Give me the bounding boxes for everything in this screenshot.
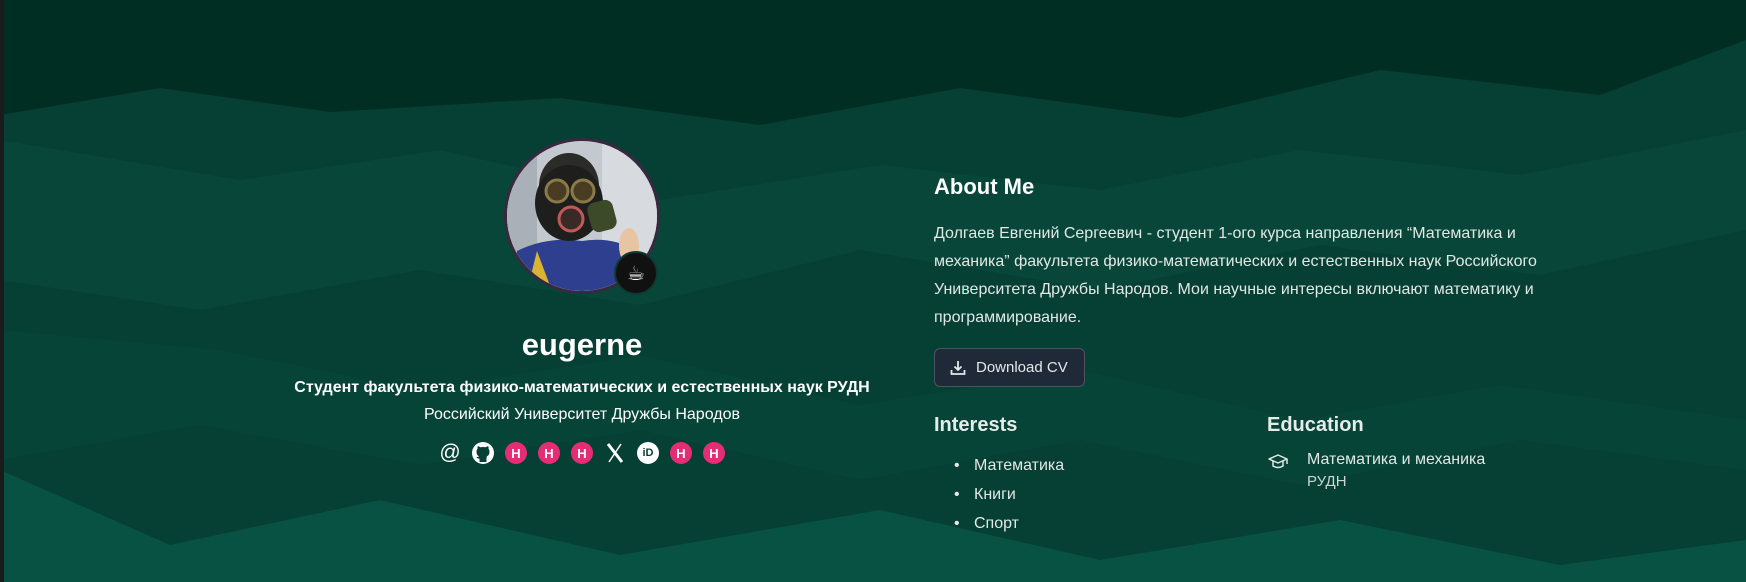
x-twitter-link[interactable] (603, 441, 627, 465)
hal-icon: H (538, 442, 560, 465)
about-text: Долгаев Евгений Сергеевич - студент 1-ог… (934, 225, 1537, 326)
status-badge: ☕ (614, 251, 658, 295)
github-icon (472, 442, 494, 465)
hal-icon: H (703, 442, 725, 465)
profile-organization: Российский Университет Дружбы Народов (424, 406, 740, 424)
hal-icon: H (505, 442, 527, 465)
about-section: About Me Долгаев Евгений Сергеевич - сту… (934, 174, 1594, 538)
education-institution: РУДН (1307, 473, 1347, 490)
profile-role: Студент факультета физико-математических… (294, 379, 870, 397)
orcid-icon: iD (637, 442, 659, 465)
email-link[interactable]: @ (438, 441, 462, 465)
page-content: ☕ eugerne Студент факультета физико-мате… (0, 0, 1746, 582)
interest-item: Книги (954, 480, 1267, 509)
profile-card: ☕ eugerne Студент факультета физико-мате… (250, 138, 914, 465)
education-section: Education Математика и механика РУДН (1267, 414, 1587, 538)
avatar-wrap: ☕ (504, 138, 660, 295)
interests-section: Interests Математика Книги Спорт (934, 414, 1267, 538)
hal-link-1[interactable]: H (504, 441, 528, 465)
hal-link-2[interactable]: H (537, 441, 561, 465)
graduation-cap-icon (1268, 454, 1288, 469)
download-cv-button[interactable]: Download CV (934, 348, 1085, 387)
education-title: Education (1267, 414, 1364, 436)
hal-link-4[interactable]: H (669, 441, 693, 465)
interests-title: Interests (934, 414, 1018, 436)
hal-link-3[interactable]: H (570, 441, 594, 465)
education-item: Математика и механика РУДН (1267, 451, 1587, 490)
hal-icon: H (571, 442, 593, 465)
at-icon: @ (439, 441, 461, 465)
coffee-icon: ☕ (627, 262, 645, 285)
hal-icon: H (670, 442, 692, 465)
github-link[interactable] (471, 441, 495, 465)
interests-education: Interests Математика Книги Спорт Educati… (934, 414, 1594, 538)
download-icon (950, 360, 966, 375)
x-twitter-icon (606, 443, 624, 464)
download-cv-label: Download CV (976, 359, 1068, 376)
profile-name: eugerne (521, 327, 643, 362)
education-details: Математика и механика РУДН (1307, 451, 1485, 490)
social-links: @ H H H iD H H (250, 441, 914, 465)
interest-item: Математика (954, 451, 1267, 480)
interest-item: Спорт (954, 509, 1267, 538)
orcid-link[interactable]: iD (636, 441, 660, 465)
education-degree: Математика и механика (1307, 451, 1486, 468)
about-title: About Me (934, 174, 1035, 199)
hal-link-5[interactable]: H (702, 441, 726, 465)
interests-list: Математика Книги Спорт (954, 451, 1267, 538)
